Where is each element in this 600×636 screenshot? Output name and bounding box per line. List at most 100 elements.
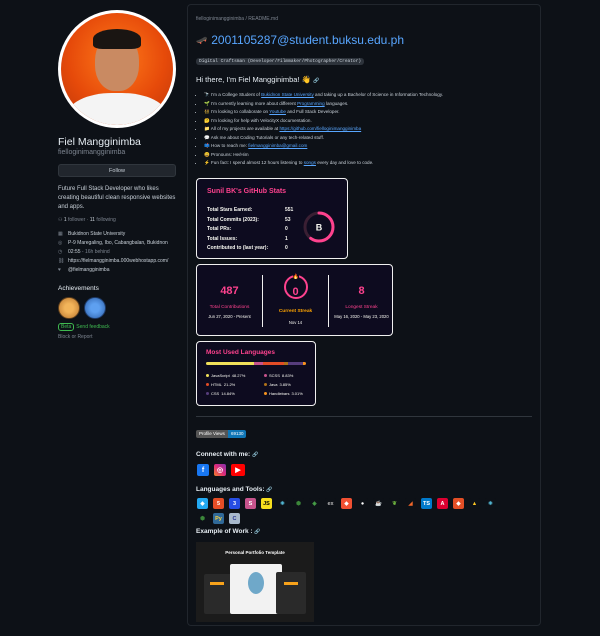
emoji-icon: 📫 — [204, 143, 211, 148]
legend-dot-icon — [206, 392, 209, 395]
inline-link[interactable]: Youtube — [269, 109, 286, 114]
anchor-link-icon[interactable]: 🔗 — [252, 452, 258, 458]
readme-email-heading[interactable]: 2001105287@student.buksu.edu.ph — [211, 33, 404, 47]
total-contributions: 487 Total Contributions Jun 27, 2020 - P… — [208, 285, 251, 319]
legend-dot-icon — [264, 392, 267, 395]
nodejs-icon[interactable]: ⬢ — [293, 498, 304, 509]
language-bar-segment — [263, 362, 285, 365]
profile-name: Fiel Mangginimba — [58, 136, 141, 148]
emoji-icon: 📁 — [204, 126, 211, 131]
profile-time: 02:55 — [68, 249, 81, 255]
readme-path[interactable]: fielloginimangginimba / README.md — [196, 16, 278, 22]
about-list-item: 📫 How to reach me: fielmangginimba@gmail… — [204, 142, 534, 151]
skateboard-icon: 🛹 — [196, 34, 208, 45]
language-legend-item: CSS 14.84% — [206, 391, 235, 396]
emoji-icon: 🔭 — [204, 92, 211, 97]
anchor-link-icon[interactable]: 🔗 — [313, 78, 319, 84]
git-icon[interactable]: ◆ — [341, 498, 352, 509]
avatar[interactable] — [58, 10, 176, 128]
python-icon[interactable]: Py — [213, 513, 224, 524]
typescript-icon[interactable]: TS — [421, 498, 432, 509]
organization-icon: ▦ — [58, 231, 63, 237]
profile-twitter[interactable]: @fielmangginimba — [68, 267, 109, 273]
github-icon[interactable]: ● — [357, 498, 368, 509]
fire-icon: 🔥 — [293, 273, 299, 280]
portfolio-preview-image[interactable]: Personal Portfolio Template — [196, 542, 314, 622]
nodejs-icon[interactable]: ⬢ — [197, 513, 208, 524]
following-label[interactable]: following — [96, 217, 115, 223]
followers-label[interactable]: follower — [68, 217, 85, 223]
views-label: Profile Views — [196, 430, 228, 438]
connect-heading: Connect with me: 🔗 — [196, 451, 259, 458]
time-note: - 16h behind — [81, 249, 110, 255]
language-legend-item: Handlebars 3.01% — [264, 391, 303, 396]
java-icon[interactable]: ☕ — [373, 498, 384, 509]
emoji-icon: 😄 — [204, 151, 211, 157]
git-icon[interactable]: ◆ — [453, 498, 464, 509]
following-count[interactable]: 11 — [90, 217, 95, 223]
html5-icon[interactable]: 5 — [213, 498, 224, 509]
block-report-link[interactable]: Block or Report — [58, 334, 178, 340]
follow-button[interactable]: Follow — [58, 164, 176, 177]
legend-dot-icon — [264, 383, 267, 386]
instagram-icon[interactable]: ◎ — [214, 464, 226, 476]
emoji-icon: 🤔 — [204, 117, 211, 123]
follow-counts: ⚇ 1 follower · 11 following — [58, 217, 116, 223]
about-list-item: ⚡ Fun fact: I spend almost 12 hours list… — [204, 159, 534, 168]
about-list-item: 👯 I'm looking to collaborate on Youtube … — [204, 108, 534, 117]
language-bar-segment — [302, 362, 306, 365]
angular-icon[interactable]: A — [437, 498, 448, 509]
legend-dot-icon — [206, 374, 209, 377]
followers-count[interactable]: 1 — [64, 217, 67, 223]
inline-link[interactable]: Programming — [297, 101, 325, 106]
react-native-icon[interactable]: ⚛ — [485, 498, 496, 509]
language-bar-segment — [254, 362, 264, 365]
streak-stats-card: 487 Total Contributions Jun 27, 2020 - P… — [196, 264, 393, 336]
anchor-link-icon[interactable]: 🔗 — [266, 487, 272, 493]
anchor-link-icon[interactable]: 🔗 — [254, 529, 260, 535]
emoji-icon: ⚡ — [204, 160, 211, 165]
c-language-icon[interactable]: C — [229, 513, 240, 524]
readme-panel: fielloginimangginimba / README.md 🛹 2001… — [187, 4, 541, 626]
linux-icon[interactable]: ▲ — [469, 498, 480, 509]
social-links: f ◎ ▶ — [197, 464, 245, 476]
youtube-icon[interactable]: ▶ — [231, 464, 245, 476]
about-list-item: 🌱 I'm currently learning more about diff… — [204, 100, 534, 109]
craftsman-code: Digital Craftsman (Developer/Filmmaker/P… — [196, 58, 365, 65]
beta-tag: Beta — [58, 323, 75, 331]
stat-row: Contributed to (last year): 0 — [207, 245, 288, 251]
vscode-icon[interactable]: ◆ — [197, 498, 208, 509]
javascript-icon[interactable]: JS — [261, 498, 272, 509]
longest-streak: 8 Longest Streak May 16, 2020 - May 23, … — [334, 285, 389, 319]
stats-title: Sunil BK's GitHub Stats — [207, 188, 287, 195]
inline-link[interactable]: songs — [304, 160, 316, 165]
kotlin-icon[interactable]: ◢ — [405, 498, 416, 509]
inline-link[interactable]: https://github.com/fielloginimangginimba — [279, 126, 361, 131]
legend-dot-icon — [264, 374, 267, 377]
profile-login: fielloginimangginimba — [58, 149, 126, 156]
clock-icon: ◷ — [58, 249, 63, 255]
express-icon[interactable]: ex — [325, 498, 336, 509]
inline-link[interactable]: Bukidnon State University — [261, 92, 314, 97]
sass-icon[interactable]: S — [245, 498, 256, 509]
link-icon: ⛓ — [58, 258, 65, 264]
css3-icon[interactable]: 3 — [229, 498, 240, 509]
facebook-icon[interactable]: f — [197, 464, 209, 476]
spring-icon[interactable]: ❦ — [389, 498, 400, 509]
profile-website[interactable]: https://fielmangginimba.000webhostapp.co… — [68, 258, 168, 264]
tools-row-1: ◆ 5 3 S JS ⚛ ⬢ ◈ ex ◆ ● ☕ ❦ ◢ TS A ◆ ▲ ⚛ — [197, 498, 527, 509]
inline-link[interactable]: fielmangginimba@gmail.com — [248, 143, 307, 148]
react-icon[interactable]: ⚛ — [277, 498, 288, 509]
about-list-item: 🤔 I'm looking for help with VelocityX do… — [204, 117, 534, 126]
achievement-badge-icon[interactable] — [58, 297, 80, 319]
profile-sidebar: Fiel Mangginimba fielloginimangginimba F… — [58, 10, 178, 340]
github-stats-card: Sunil BK's GitHub Stats Total Stars Earn… — [196, 178, 348, 259]
divider — [196, 416, 532, 417]
portfolio-template-title: Personal Portfolio Template — [225, 550, 285, 555]
grade-letter: B — [316, 223, 323, 233]
achievement-badge-icon[interactable] — [84, 297, 106, 319]
about-list-item: 🔭 I'm a College Student of Bukidnon Stat… — [204, 91, 534, 100]
achievements-heading[interactable]: Achievements — [58, 285, 178, 292]
mongodb-icon[interactable]: ◈ — [309, 498, 320, 509]
send-feedback-link[interactable]: Send feedback — [76, 324, 109, 330]
